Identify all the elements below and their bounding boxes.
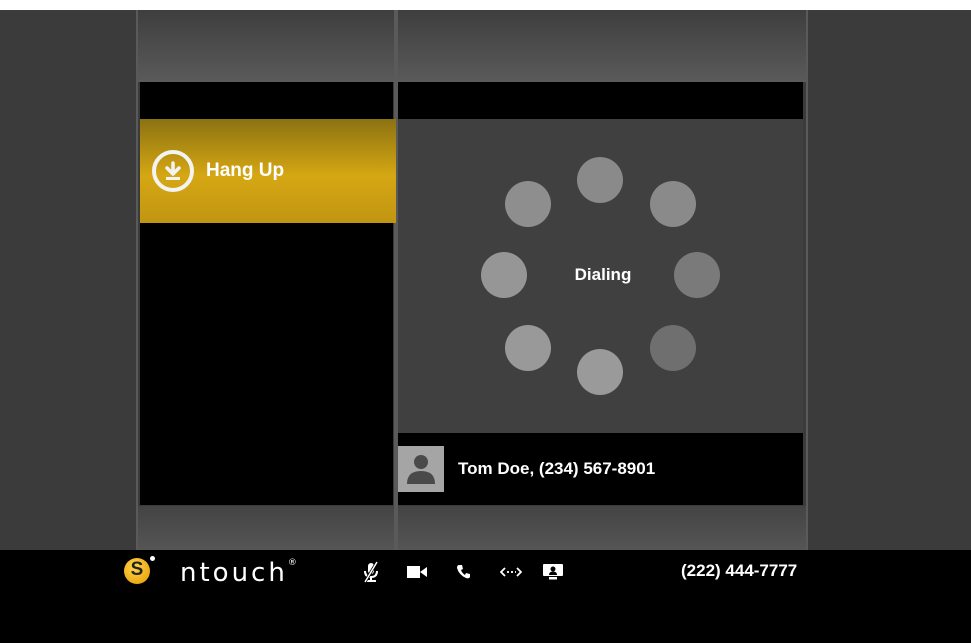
spinner-dot — [505, 181, 551, 227]
logo-dot — [150, 556, 155, 561]
video-camera-icon[interactable] — [407, 561, 427, 583]
left-column-footer — [138, 506, 394, 550]
transfer-icon[interactable] — [500, 561, 522, 583]
spinner-dot — [505, 325, 551, 371]
contact-bar: Tom Doe, (234) 567-8901 — [398, 433, 803, 505]
my-phone-number: (222) 444-7777 — [681, 561, 798, 580]
call-header-bar — [398, 82, 803, 119]
screen-share-icon[interactable] — [543, 561, 563, 583]
spinner-dot — [674, 252, 720, 298]
contact-name: Tom Doe, (234) 567-8901 — [458, 459, 656, 478]
top-strip — [0, 0, 971, 10]
right-column-header — [398, 10, 806, 82]
dialing-status: Dialing — [574, 265, 632, 284]
spinner-dot — [577, 349, 623, 395]
spinner-dot — [650, 181, 696, 227]
spinner-dot — [577, 157, 623, 203]
right-column-footer — [398, 506, 806, 550]
brand-name: ntouch® — [180, 558, 300, 588]
hang-up-button[interactable]: Hang Up — [140, 119, 396, 223]
phone-icon[interactable] — [456, 561, 472, 583]
mic-muted-icon[interactable] — [363, 561, 379, 583]
spinner-dot — [481, 252, 527, 298]
hang-up-icon — [152, 150, 194, 192]
spinner-dot — [650, 325, 696, 371]
hang-up-label: Hang Up — [206, 160, 285, 181]
left-column-header — [138, 10, 394, 82]
contact-avatar-icon — [398, 446, 444, 492]
ntouch-logo-icon: S — [124, 558, 150, 584]
